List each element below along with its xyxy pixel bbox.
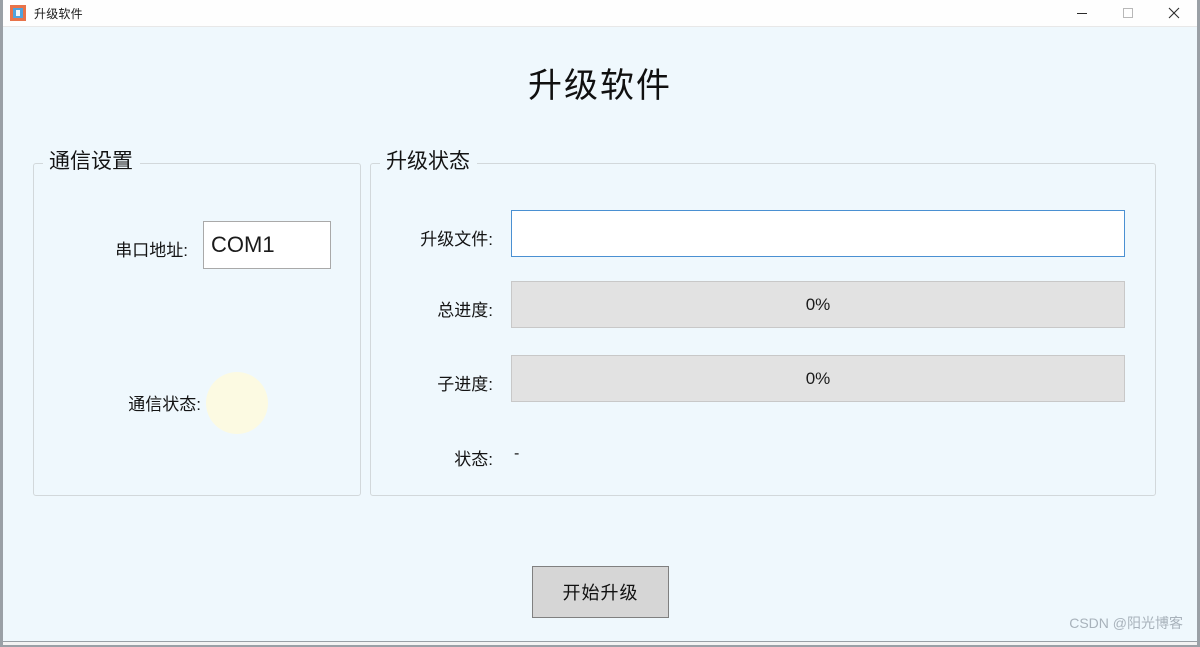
upgrade-file-label: 升级文件: <box>420 230 493 249</box>
communication-status-indicator <box>206 372 268 434</box>
taskbar-sliver <box>3 641 1197 645</box>
start-upgrade-button[interactable]: 开始升级 <box>532 566 669 618</box>
serial-address-label: 串口地址: <box>115 241 188 260</box>
upgrade-status-legend: 升级状态 <box>380 149 477 175</box>
window-title: 升级软件 <box>34 6 83 21</box>
close-icon[interactable] <box>1151 0 1197 26</box>
maximize-icon[interactable] <box>1105 0 1151 26</box>
page-title: 升级软件 <box>528 67 672 105</box>
state-value: - <box>514 445 520 462</box>
state-label: 状态: <box>454 450 493 469</box>
total-progress-bar: 0% <box>511 281 1125 328</box>
window-controls <box>1059 0 1197 26</box>
communication-status-label: 通信状态: <box>128 395 201 414</box>
sub-progress-bar: 0% <box>511 355 1125 402</box>
app-icon <box>10 5 26 21</box>
communication-settings-group: 通信设置 <box>33 149 361 496</box>
sub-progress-value: 0% <box>805 368 831 388</box>
communication-settings-legend: 通信设置 <box>43 149 140 175</box>
watermark: CSDN @阳光博客 <box>1069 615 1183 631</box>
serial-address-input[interactable] <box>203 221 331 269</box>
title-bar: 升级软件 <box>3 0 1197 27</box>
sub-progress-label: 子进度: <box>437 375 493 394</box>
application-window: 升级软件 升级软件 通信设置 串口地址: COM1 通信状态: 升级状态 升级文… <box>0 0 1200 647</box>
total-progress-value: 0% <box>805 294 831 314</box>
minimize-icon[interactable] <box>1059 0 1105 26</box>
total-progress-label: 总进度: <box>437 301 493 320</box>
upgrade-file-input[interactable] <box>511 210 1125 257</box>
